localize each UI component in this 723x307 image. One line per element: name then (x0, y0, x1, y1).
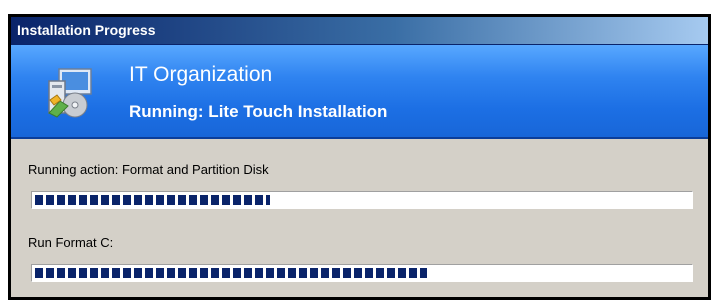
installation-progress-window: Installation Progress IT Organization Ru… (8, 14, 711, 300)
step-progress-fill (35, 268, 428, 278)
step-label: Run Format C: (28, 235, 114, 250)
progress-section: Running action: Format and Partition Dis… (11, 139, 708, 297)
organization-name: IT Organization (129, 63, 273, 86)
running-task-label: Running: Lite Touch Installation (129, 102, 388, 121)
task-banner: IT Organization Running: Lite Touch Inst… (11, 45, 708, 139)
window-title[interactable]: Installation Progress (11, 17, 708, 45)
action-progress-bar (31, 191, 693, 209)
step-progress-bar (31, 264, 693, 282)
running-action-label: Running action: Format and Partition Dis… (28, 162, 269, 177)
action-progress-fill (35, 195, 271, 205)
installer-computer-cd-icon (48, 68, 92, 118)
